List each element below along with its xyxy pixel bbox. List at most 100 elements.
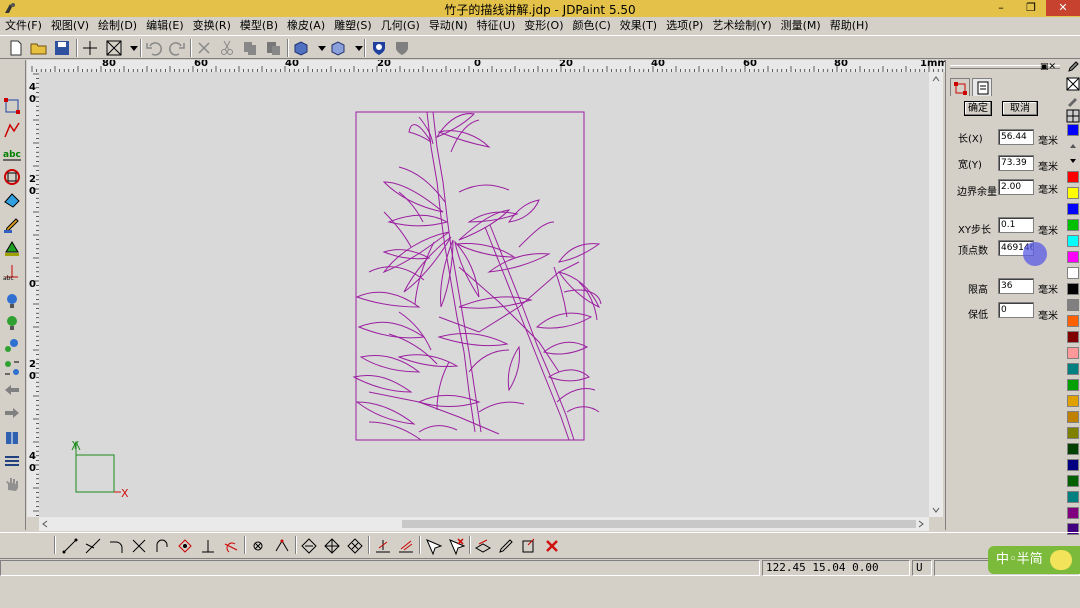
pen-edit-icon[interactable]: [496, 536, 516, 556]
line-tool-icon[interactable]: [60, 536, 80, 556]
bulb-blue-icon[interactable]: [2, 291, 22, 311]
bulb-green-icon[interactable]: [2, 313, 22, 333]
width-input[interactable]: 73.39: [998, 155, 1034, 171]
menu-file[interactable]: 文件(F): [0, 17, 46, 35]
swap-icon[interactable]: [2, 358, 22, 378]
menu-transform[interactable]: 变换(R): [188, 17, 235, 35]
color-swatch[interactable]: [1067, 491, 1079, 503]
deselect-icon[interactable]: [446, 536, 466, 556]
extend-multi-icon[interactable]: [396, 536, 416, 556]
color-swatch[interactable]: [1067, 363, 1079, 375]
color-swatch[interactable]: [1067, 283, 1079, 295]
color-swatch[interactable]: [1067, 379, 1079, 391]
panel-close-icon[interactable]: ▣✕: [1040, 62, 1056, 72]
minimize-button[interactable]: –: [988, 0, 1014, 16]
tab-tool-icon[interactable]: [950, 78, 970, 96]
snap-center-icon[interactable]: [248, 536, 268, 556]
color-swatch[interactable]: [1067, 411, 1079, 423]
paste-special-icon[interactable]: [519, 536, 539, 556]
menu-eraser[interactable]: 橡皮(A): [282, 17, 329, 35]
delete-icon[interactable]: [194, 38, 214, 58]
color-swatch[interactable]: [1067, 171, 1079, 183]
copy-icon[interactable]: [240, 38, 260, 58]
chevron-down-icon[interactable]: [312, 38, 326, 58]
perpendicular-tool-icon[interactable]: [198, 536, 218, 556]
chevron-down-icon[interactable]: [124, 38, 138, 58]
color-swatch[interactable]: [1067, 427, 1079, 439]
eraser-icon[interactable]: [2, 190, 22, 210]
arrow-left-icon[interactable]: [2, 380, 22, 400]
menu-options[interactable]: 选项(P): [661, 17, 707, 35]
intersect-tool-icon[interactable]: [129, 536, 149, 556]
color-swatch[interactable]: [1067, 203, 1079, 215]
cube-view-icon[interactable]: [291, 38, 311, 58]
menu-art-draw[interactable]: 艺术绘制(Y): [707, 17, 775, 35]
shield-icon[interactable]: [369, 38, 389, 58]
cancel-button[interactable]: 取消: [1002, 101, 1038, 116]
list-icon[interactable]: [2, 452, 22, 472]
menu-color[interactable]: 颜色(C): [568, 17, 615, 35]
chevron-up-icon[interactable]: [1067, 140, 1079, 152]
scroll-thumb[interactable]: [402, 520, 916, 528]
color-swatch[interactable]: [1067, 395, 1079, 407]
layer-tool-icon[interactable]: [473, 536, 493, 556]
xy-step-input[interactable]: 0.1: [998, 217, 1034, 233]
paste-icon[interactable]: [263, 38, 283, 58]
snap-end-icon[interactable]: [272, 536, 292, 556]
chevron-down-icon[interactable]: [349, 38, 363, 58]
eyedropper-icon[interactable]: [1066, 93, 1080, 107]
diamond-grid-icon[interactable]: [322, 536, 342, 556]
color-swatch[interactable]: [1067, 331, 1079, 343]
length-input[interactable]: 56.44: [998, 129, 1034, 145]
hand-icon[interactable]: [2, 474, 22, 494]
tab-document-icon[interactable]: [972, 78, 992, 96]
circle-icon[interactable]: [2, 167, 22, 187]
menu-feature[interactable]: 特征(U): [472, 17, 520, 35]
menu-edit[interactable]: 编辑(E): [141, 17, 188, 35]
delete-red-icon[interactable]: [542, 536, 562, 556]
margin-input[interactable]: 2.00: [998, 179, 1034, 195]
tangent-tool-icon[interactable]: [221, 536, 241, 556]
arrow-right-icon[interactable]: [2, 403, 22, 423]
color-swatch[interactable]: [1067, 251, 1079, 263]
bulb-pair-icon[interactable]: [2, 336, 22, 356]
shield-gray-icon[interactable]: [392, 38, 412, 58]
node-tool-icon[interactable]: [175, 536, 195, 556]
color-swatch[interactable]: [1067, 347, 1079, 359]
diamond-cross-icon[interactable]: [345, 536, 365, 556]
menu-sculpt[interactable]: 雕塑(S): [329, 17, 376, 35]
open-folder-icon[interactable]: [29, 38, 49, 58]
color-swatch[interactable]: [1067, 187, 1079, 199]
new-file-icon[interactable]: [6, 38, 26, 58]
horizontal-scrollbar[interactable]: [39, 517, 929, 531]
pen-icon[interactable]: [2, 215, 22, 235]
fillet-tool-icon[interactable]: [106, 536, 126, 556]
pattern-icon[interactable]: [1066, 109, 1080, 123]
chevron-down-icon[interactable]: [1067, 155, 1079, 167]
diamond-tool-icon[interactable]: [299, 536, 319, 556]
no-color-icon[interactable]: [1066, 77, 1080, 91]
color-swatch[interactable]: [1067, 235, 1079, 247]
menu-deform[interactable]: 变形(O): [519, 17, 567, 35]
menu-help[interactable]: 帮助(H): [825, 17, 873, 35]
arc-tool-icon[interactable]: [152, 536, 172, 556]
vertical-scrollbar[interactable]: [929, 72, 943, 517]
select-node-icon[interactable]: [2, 96, 22, 116]
menu-geometry[interactable]: 几何(G): [376, 17, 424, 35]
confirm-button[interactable]: 确定: [964, 101, 992, 116]
menu-model[interactable]: 模型(B): [235, 17, 282, 35]
undo-icon[interactable]: [144, 38, 164, 58]
maximize-button[interactable]: ❐: [1018, 0, 1044, 16]
redo-icon[interactable]: [167, 38, 187, 58]
polyline-icon[interactable]: [2, 120, 22, 140]
max-height-input[interactable]: 36: [998, 278, 1034, 294]
min-height-input[interactable]: 0: [998, 302, 1034, 318]
color-swatch[interactable]: [1067, 315, 1079, 327]
crosshair-icon[interactable]: [80, 38, 100, 58]
color-swatch[interactable]: [1067, 443, 1079, 455]
pencil-icon[interactable]: [1066, 60, 1080, 74]
color-swatch[interactable]: [1067, 267, 1079, 279]
menu-view[interactable]: 视图(V): [46, 17, 93, 35]
drawing-canvas[interactable]: Y X: [39, 72, 929, 517]
book-icon[interactable]: [2, 428, 22, 448]
